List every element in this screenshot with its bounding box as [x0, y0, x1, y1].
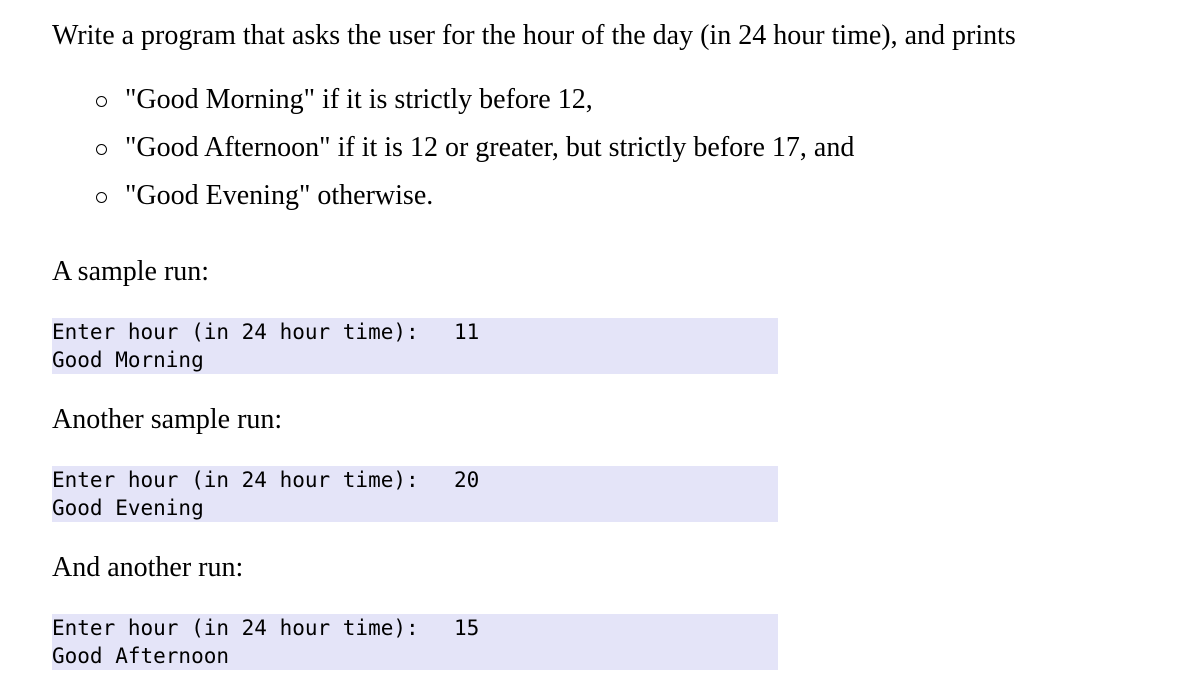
- sample-run-heading: And another run:: [52, 552, 244, 583]
- sample-run-console: Enter hour (in 24 hour time): 15 Good Af…: [52, 614, 778, 670]
- list-item-text: "Good Afternoon" if it is 12 or greater,…: [125, 132, 855, 163]
- sample-run-heading: A sample run:: [52, 256, 210, 287]
- greeting-rules-list: "Good Morning" if it is strictly before …: [96, 82, 854, 226]
- console-input-value: 20: [454, 468, 480, 492]
- console-output: Good Afternoon: [52, 644, 230, 668]
- sample-run-heading: Another sample run:: [52, 404, 283, 435]
- console-prompt: Enter hour (in 24 hour time):: [52, 320, 419, 344]
- console-prompt: Enter hour (in 24 hour time):: [52, 468, 419, 492]
- console-output: Good Morning: [52, 348, 204, 372]
- list-item-text: "Good Morning" if it is strictly before …: [125, 84, 593, 115]
- hollow-circle-bullet-icon: [96, 96, 107, 107]
- hollow-circle-bullet-icon: [96, 192, 107, 203]
- sample-run-console: Enter hour (in 24 hour time): 20 Good Ev…: [52, 466, 778, 522]
- console-prompt: Enter hour (in 24 hour time):: [52, 616, 419, 640]
- console-input-value: 15: [454, 616, 480, 640]
- list-item: "Good Evening" otherwise.: [96, 178, 854, 226]
- intro-paragraph: Write a program that asks the user for t…: [52, 20, 1016, 51]
- console-output: Good Evening: [52, 496, 204, 520]
- sample-run-console: Enter hour (in 24 hour time): 11 Good Mo…: [52, 318, 778, 374]
- list-item: "Good Afternoon" if it is 12 or greater,…: [96, 130, 854, 178]
- hollow-circle-bullet-icon: [96, 144, 107, 155]
- list-item: "Good Morning" if it is strictly before …: [96, 82, 854, 130]
- list-item-text: "Good Evening" otherwise.: [125, 180, 434, 211]
- console-input-value: 11: [454, 320, 480, 344]
